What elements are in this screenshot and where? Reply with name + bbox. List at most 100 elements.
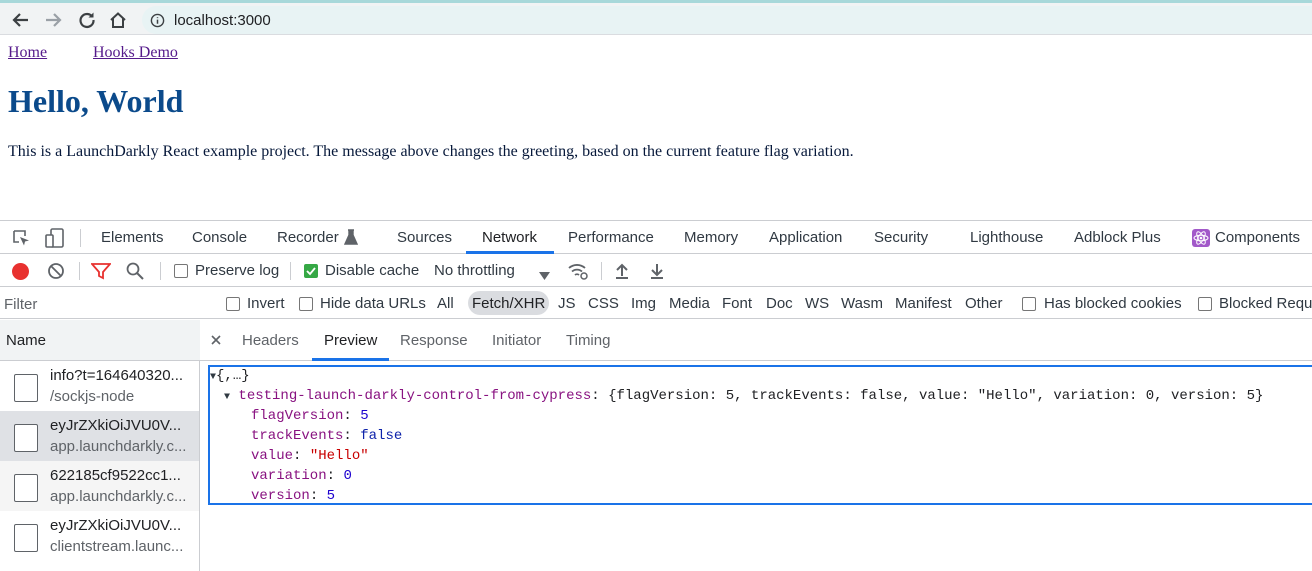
filter-type-manifest[interactable]: Manifest: [895, 295, 952, 312]
filter-type-css[interactable]: CSS: [588, 295, 619, 312]
device-toolbar-icon[interactable]: [44, 227, 66, 254]
page-content: Home Hooks Demo Hello, World This is a L…: [0, 35, 1312, 220]
filter-type-img[interactable]: Img: [631, 295, 656, 312]
export-har-icon[interactable]: [649, 262, 665, 285]
filter-type-all[interactable]: All: [437, 295, 454, 312]
tab-network[interactable]: Network: [482, 229, 537, 246]
json-field-row: value: "Hello": [251, 448, 369, 464]
requests-header[interactable]: Name: [0, 320, 200, 361]
disable-cache-checkbox[interactable]: [304, 264, 318, 278]
import-har-icon[interactable]: [614, 262, 630, 285]
name-column-header: Name: [6, 332, 47, 349]
blocked-requests-label: Blocked Requ: [1219, 295, 1312, 312]
json-value: "Hello": [309, 448, 369, 464]
flask-icon: [343, 229, 359, 250]
request-domain: clientstream.launc...: [50, 538, 184, 555]
filter-type-wasm[interactable]: Wasm: [841, 295, 883, 312]
expand-triangle-icon[interactable]: ▼: [224, 392, 230, 403]
filter-type-ws[interactable]: WS: [805, 295, 829, 312]
nav-link-home[interactable]: Home: [8, 44, 47, 62]
search-icon[interactable]: [126, 262, 144, 285]
request-row-selected[interactable]: eyJrZXkiOiJVU0V... app.launchdarkly.c...: [0, 411, 199, 461]
network-toolbar: Preserve log Disable cache No throttling: [0, 255, 1312, 287]
filter-type-fetch-xhr[interactable]: Fetch/XHR: [472, 295, 545, 312]
divider: [601, 262, 602, 280]
filter-type-media[interactable]: Media: [669, 295, 710, 312]
forward-arrow-icon: [46, 13, 62, 27]
request-row[interactable]: 622185cf9522cc1... app.launchdarkly.c...: [0, 461, 199, 511]
reload-button[interactable]: [76, 9, 98, 31]
json-flag-row[interactable]: ▼ testing-launch-darkly-control-from-cyp…: [224, 388, 1263, 404]
tab-initiator[interactable]: Initiator: [492, 332, 541, 349]
json-key: value: [251, 448, 294, 464]
request-name: info?t=164640320...: [50, 367, 184, 384]
filter-icon[interactable]: [90, 262, 112, 285]
disable-cache-label: Disable cache: [325, 262, 420, 279]
address-bar[interactable]: localhost:3000: [142, 6, 1312, 34]
divider: [79, 262, 80, 280]
json-field-row: flagVersion: 5: [251, 408, 369, 424]
json-field-row: variation: 0: [251, 468, 352, 484]
request-name: eyJrZXkiOiJVU0V...: [50, 517, 182, 534]
home-button[interactable]: [107, 9, 129, 31]
tab-sources[interactable]: Sources: [397, 229, 452, 246]
tab-application[interactable]: Application: [769, 229, 842, 246]
tab-elements[interactable]: Elements: [101, 229, 164, 246]
devtools-panel: Elements Console Recorder Sources Networ…: [0, 220, 1312, 571]
active-detail-tab-indicator: [312, 358, 389, 361]
tab-security[interactable]: Security: [874, 229, 928, 246]
inspect-element-icon[interactable]: [11, 228, 31, 253]
tab-components[interactable]: Components: [1215, 229, 1300, 246]
tab-lighthouse[interactable]: Lighthouse: [970, 229, 1043, 246]
devtools-tab-bar: Elements Console Recorder Sources Networ…: [0, 221, 1312, 254]
tab-adblock-plus[interactable]: Adblock Plus: [1074, 229, 1161, 246]
tab-preview[interactable]: Preview: [324, 332, 377, 349]
filter-type-doc[interactable]: Doc: [766, 295, 793, 312]
filter-input[interactable]: [4, 292, 209, 316]
filter-type-font[interactable]: Font: [722, 295, 752, 312]
tab-recorder[interactable]: Recorder: [277, 229, 339, 246]
close-icon[interactable]: [210, 333, 222, 351]
network-conditions-icon[interactable]: [567, 261, 589, 286]
filter-type-js[interactable]: JS: [558, 295, 576, 312]
nav-link-hooks-demo[interactable]: Hooks Demo: [93, 44, 178, 62]
document-icon: [14, 524, 38, 552]
detail-tab-bar: Headers Preview Response Initiator Timin…: [200, 320, 1312, 361]
url-text: localhost:3000: [174, 12, 271, 29]
preserve-log-checkbox[interactable]: [174, 264, 188, 278]
invert-checkbox[interactable]: [226, 297, 240, 311]
forward-button[interactable]: [42, 9, 64, 31]
has-blocked-cookies-label: Has blocked cookies: [1044, 295, 1182, 312]
back-button[interactable]: [10, 9, 32, 31]
hide-data-urls-checkbox[interactable]: [299, 297, 313, 311]
clear-icon[interactable]: [47, 262, 65, 285]
throttling-select[interactable]: No throttling: [434, 262, 515, 279]
blocked-requests-checkbox[interactable]: [1198, 297, 1212, 311]
tab-memory[interactable]: Memory: [684, 229, 738, 246]
tab-timing[interactable]: Timing: [566, 332, 610, 349]
has-blocked-cookies-checkbox[interactable]: [1022, 297, 1036, 311]
divider: [80, 229, 81, 247]
tab-response[interactable]: Response: [400, 332, 468, 349]
filter-bar: Invert Hide data URLs All Fetch/XHR JS C…: [0, 288, 1312, 319]
browser-toolbar: localhost:3000: [0, 0, 1312, 35]
record-button[interactable]: [12, 263, 29, 280]
request-row[interactable]: info?t=164640320... /sockjs-node: [0, 361, 199, 411]
document-icon: [14, 424, 38, 452]
request-row[interactable]: eyJrZXkiOiJVU0V... clientstream.launc...: [0, 511, 199, 561]
tab-performance[interactable]: Performance: [568, 229, 654, 246]
dropdown-arrow-icon[interactable]: [539, 267, 550, 285]
tab-console[interactable]: Console: [192, 229, 247, 246]
hide-data-urls-label: Hide data URLs: [320, 295, 426, 312]
active-tab-indicator: [466, 251, 554, 254]
divider: [290, 262, 291, 280]
info-icon: [150, 13, 165, 28]
tab-headers[interactable]: Headers: [242, 332, 299, 349]
json-root-row[interactable]: ▼{,…}: [210, 368, 250, 384]
back-arrow-icon: [12, 13, 28, 27]
filter-type-other[interactable]: Other: [965, 295, 1003, 312]
document-icon: [14, 374, 38, 402]
preserve-log-label: Preserve log: [195, 262, 280, 279]
json-root: {,…}: [216, 368, 250, 384]
json-key: trackEvents: [251, 428, 344, 444]
